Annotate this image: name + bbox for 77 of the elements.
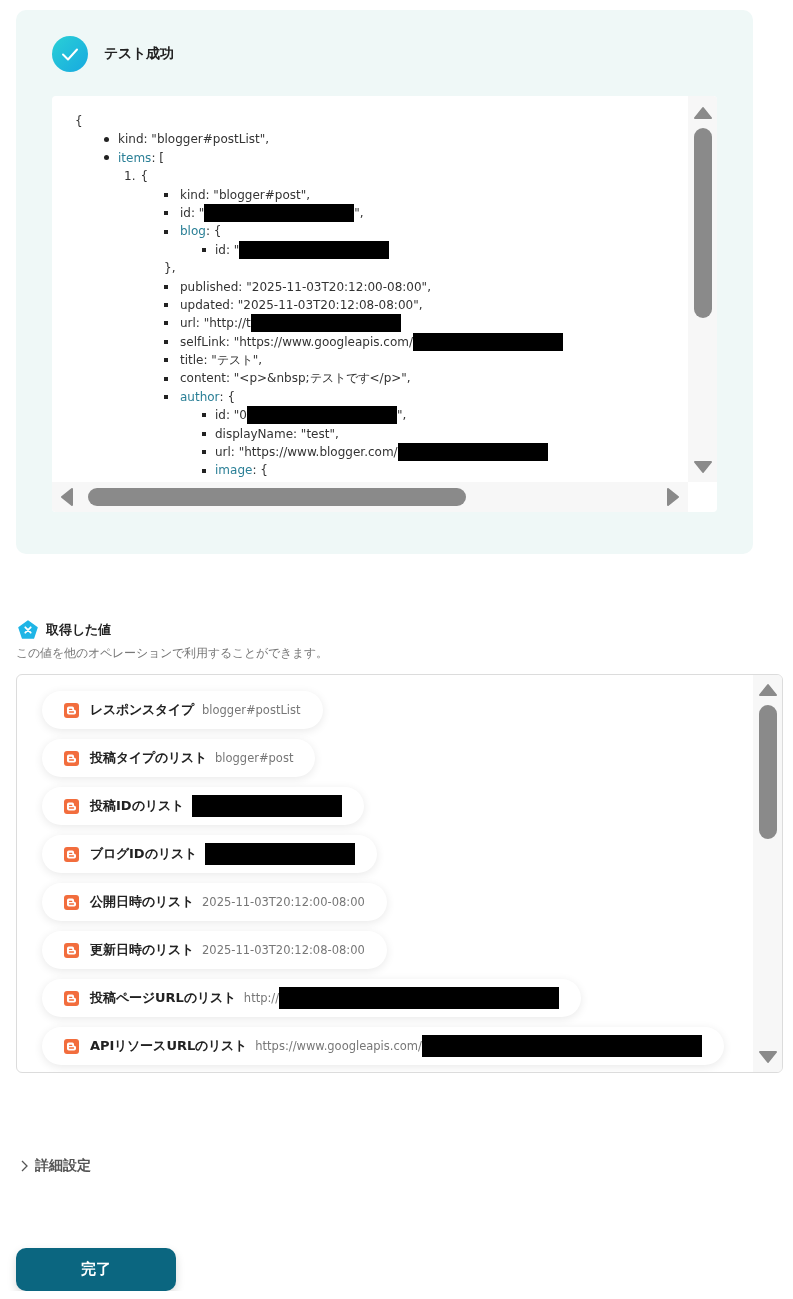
json-text: kind: "blogger#post",	[180, 186, 311, 204]
letter-b-icon	[64, 990, 79, 1006]
json-text: updated: "2025-11-03T20:12:08-08:00",	[180, 296, 423, 314]
json-text: id: "0	[215, 407, 247, 425]
vertical-scrollbar[interactable]	[753, 675, 782, 1072]
output-chip[interactable]: ブログIDのリスト	[42, 835, 377, 873]
json-text: displayName: "test",	[215, 425, 339, 443]
letter-b-icon	[64, 798, 79, 814]
bullet-icon	[164, 376, 168, 381]
bullet-icon	[164, 321, 168, 326]
json-text: : {	[205, 223, 222, 241]
json-text: : [	[151, 149, 164, 167]
scrollbar-thumb[interactable]	[758, 705, 777, 839]
section-title: 取得した値	[46, 620, 111, 639]
letter-b-icon	[64, 702, 79, 718]
bullet-icon	[164, 192, 168, 197]
bullet-icon	[202, 431, 206, 436]
json-text: id: "	[180, 204, 205, 222]
letter-b-icon	[64, 942, 79, 958]
json-text: published: "2025-11-03T20:12:00-08:00",	[180, 278, 431, 296]
json-key[interactable]: blog	[180, 222, 206, 241]
status-title: テスト成功	[104, 45, 174, 63]
bullet-icon	[104, 137, 109, 143]
letter-b-icon	[64, 750, 79, 766]
bullet-icon	[104, 155, 109, 161]
json-text: ",	[396, 407, 407, 425]
pentagon-icon	[18, 620, 38, 639]
details-toggle[interactable]: 詳細設定	[16, 1157, 91, 1175]
output-chip[interactable]: APIリソースURLのリスト https://www.googleapis.com/	[42, 1027, 724, 1065]
scroll-up-icon	[693, 106, 712, 120]
section-description: この値を他のオペレーションで利用することができます。	[16, 645, 328, 662]
bullet-icon	[164, 339, 168, 344]
bullet-icon	[202, 413, 206, 418]
json-text: id: "	[215, 241, 240, 259]
scroll-down-icon	[758, 1050, 777, 1064]
output-chip[interactable]: 公開日時のリスト 2025-11-03T20:12:00-08:00	[42, 883, 387, 921]
json-text: kind: "blogger#postList",	[118, 131, 269, 149]
output-chip[interactable]: 投稿ページURLのリスト http://	[42, 979, 582, 1017]
bullet-icon	[202, 247, 206, 252]
output-chip[interactable]: レスポンスタイプ blogger#postList	[42, 691, 323, 729]
output-chip[interactable]: 更新日時のリスト 2025-11-03T20:12:08-08:00	[42, 931, 387, 969]
bullet-icon	[164, 284, 168, 289]
scroll-down-icon	[693, 460, 712, 474]
json-key[interactable]: author	[180, 387, 220, 407]
done-button[interactable]: 完了	[16, 1248, 176, 1291]
json-text: },	[164, 260, 176, 278]
json-text: title: "テスト",	[180, 352, 263, 370]
letter-b-icon	[64, 894, 79, 910]
json-text: content: "<p>&nbsp;テストです</p>",	[180, 370, 411, 388]
bullet-icon	[164, 395, 168, 400]
letter-b-icon	[64, 846, 79, 862]
bullet-icon	[202, 468, 206, 473]
output-chip[interactable]: 投稿IDのリスト	[42, 787, 364, 825]
scroll-up-icon	[758, 683, 777, 697]
json-text: : {	[219, 388, 236, 406]
bullet-icon	[164, 303, 168, 308]
horizontal-scrollbar[interactable]	[52, 482, 688, 512]
json-text: {	[75, 113, 83, 130]
letter-b-icon	[64, 1038, 79, 1054]
scroll-left-icon	[60, 488, 74, 506]
scroll-right-icon	[666, 488, 680, 506]
list-number: 1.	[124, 168, 136, 186]
json-text: url: "https://www.blogger.com/	[215, 444, 398, 462]
json-text: {	[140, 168, 149, 186]
bullet-icon	[164, 211, 168, 216]
json-text: selfLink: "https://www.googleapis.com/	[180, 333, 413, 351]
bullet-icon	[202, 450, 206, 455]
bullet-icon	[164, 229, 168, 234]
json-text: : {	[252, 462, 268, 480]
check-icon	[52, 36, 88, 72]
bullet-icon	[164, 358, 168, 363]
json-text: url: "http://t	[180, 315, 251, 333]
json-text: ",	[354, 204, 364, 222]
scrollbar-thumb[interactable]	[693, 128, 712, 318]
output-chip[interactable]: 投稿タイプのリスト blogger#post	[42, 739, 316, 777]
vertical-scrollbar[interactable]	[688, 96, 717, 482]
scrollbar-thumb[interactable]	[88, 488, 466, 506]
